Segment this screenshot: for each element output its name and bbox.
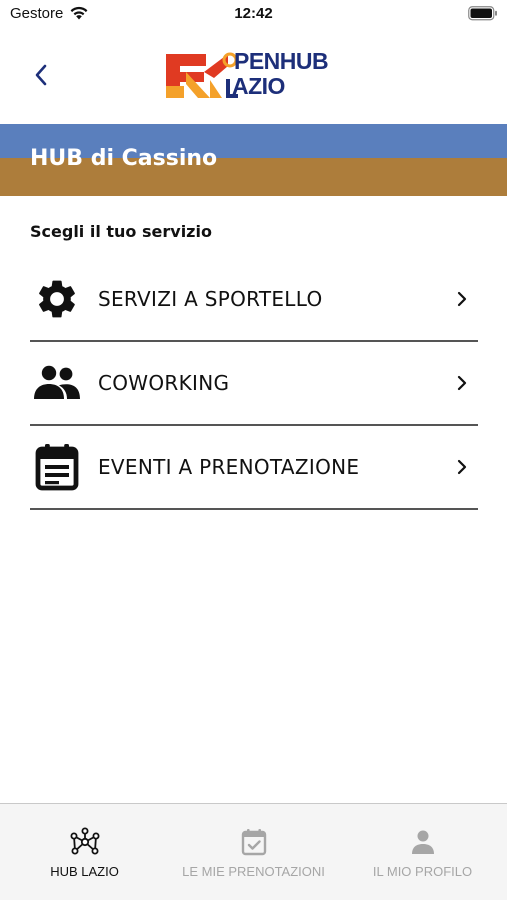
chevron-left-icon <box>35 64 47 86</box>
calendar-check-icon <box>238 826 270 858</box>
service-item-coworking[interactable]: COWORKING <box>30 342 478 426</box>
app-header: PENHUB AZIO <box>0 30 507 124</box>
back-button[interactable] <box>26 60 56 90</box>
service-label: COWORKING <box>98 371 230 395</box>
logo-text-line2: AZIO <box>232 73 285 99</box>
service-label: EVENTI A PRENOTAZIONE <box>98 455 360 479</box>
status-bar: Gestore 12:42 <box>0 0 507 30</box>
tab-label: IL MIO PROFILO <box>372 864 473 879</box>
chevron-right-icon <box>452 373 472 393</box>
service-list: SERVIZI A SPORTELLO COWORKING EVENTI A P… <box>30 258 478 510</box>
service-item-sportello[interactable]: SERVIZI A SPORTELLO <box>30 258 478 342</box>
tab-label: HUB LAZIO <box>50 864 119 879</box>
user-icon <box>407 826 439 858</box>
hub-banner: HUB di Cassino <box>0 124 507 196</box>
status-time: 12:42 <box>234 5 273 22</box>
gear-icon <box>30 272 84 326</box>
calendar-icon <box>30 440 84 494</box>
tab-le-mie-prenotazioni[interactable]: LE MIE PRENOTAZIONI <box>169 804 338 900</box>
chevron-right-icon <box>452 457 472 477</box>
chevron-right-icon <box>452 289 472 309</box>
service-label: SERVIZI A SPORTELLO <box>98 287 323 311</box>
people-icon <box>30 356 84 410</box>
battery-icon <box>468 6 497 21</box>
tab-il-mio-profilo[interactable]: IL MIO PROFILO <box>338 804 507 900</box>
logo-text-line1: PENHUB <box>234 48 329 74</box>
tab-hub-lazio[interactable]: HUB LAZIO <box>0 804 169 900</box>
openhub-lazio-logo: PENHUB AZIO <box>164 48 336 104</box>
tab-label: LE MIE PRENOTAZIONI <box>182 864 325 879</box>
section-label: Scegli il tuo servizio <box>30 222 212 241</box>
network-icon <box>69 826 101 858</box>
hub-title: HUB di Cassino <box>30 146 218 171</box>
service-item-eventi[interactable]: EVENTI A PRENOTAZIONE <box>30 426 478 510</box>
bottom-tab-bar: HUB LAZIO LE MIE PRENOTAZIONI IL MIO PRO… <box>0 803 507 900</box>
